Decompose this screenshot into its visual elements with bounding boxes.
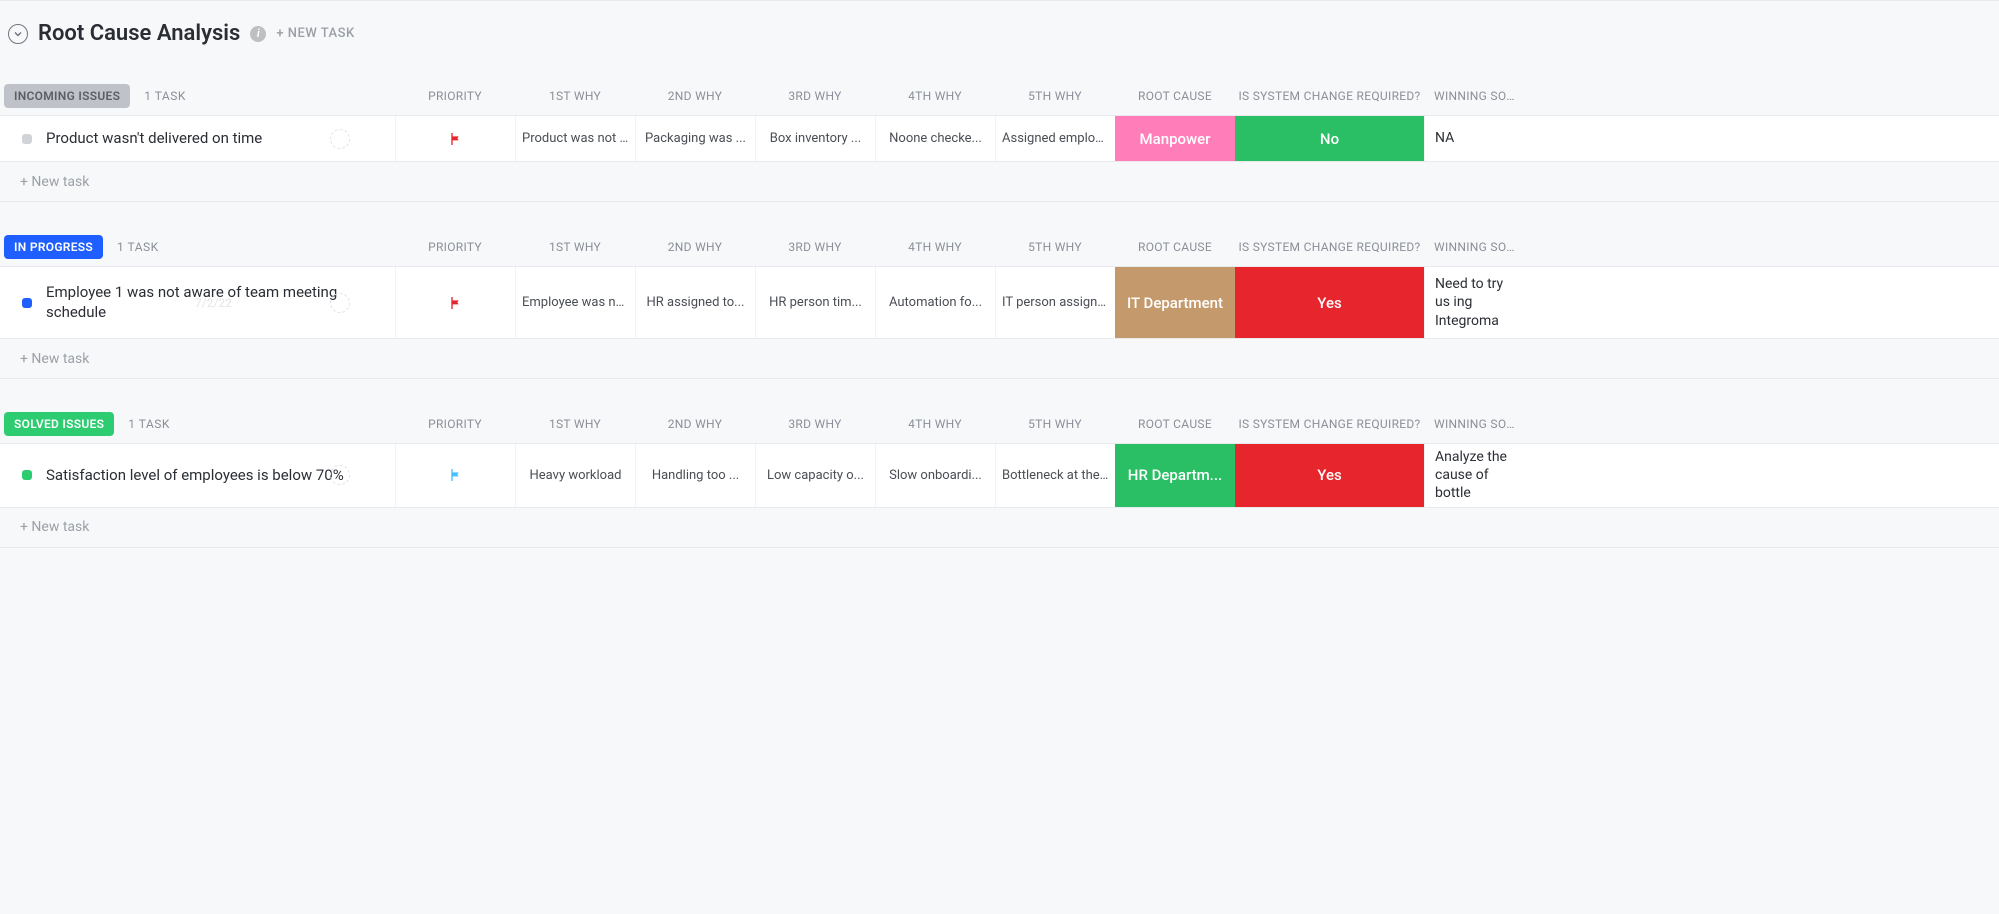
column-header-why5[interactable]: 5TH WHY (995, 89, 1115, 103)
info-icon[interactable]: i (250, 26, 266, 42)
group-task-count: 1 TASK (144, 89, 186, 103)
group-header: SOLVED ISSUES 1 TASK PRIORITY1ST WHY2ND … (0, 404, 1999, 444)
new-task-button[interactable]: + NEW TASK (276, 26, 354, 41)
column-header-why5[interactable]: 5TH WHY (995, 417, 1115, 431)
column-header-why3[interactable]: 3RD WHY (755, 417, 875, 431)
column-header-why3[interactable]: 3RD WHY (755, 240, 875, 254)
winning-cell[interactable]: NA (1424, 116, 1519, 161)
task-name: Satisfaction level of employees is below… (46, 466, 344, 486)
group-status-pill[interactable]: SOLVED ISSUES (4, 412, 114, 436)
group-header: IN PROGRESS 1 TASK PRIORITY1ST WHY2ND WH… (0, 227, 1999, 267)
status-group: INCOMING ISSUES 1 TASK PRIORITY1ST WHY2N… (0, 76, 1999, 202)
why2-cell[interactable]: HR assigned to... (635, 267, 755, 338)
column-header-systemchange[interactable]: IS SYSTEM CHANGE REQUIRED? (1235, 89, 1424, 103)
column-header-why5[interactable]: 5TH WHY (995, 240, 1115, 254)
winning-cell[interactable]: Need to try us ing Integroma (1424, 267, 1519, 338)
list-header: Root Cause Analysis i + NEW TASK (0, 21, 1999, 76)
column-header-why1[interactable]: 1ST WHY (515, 89, 635, 103)
task-row[interactable]: Employee 1 was not aware of team meeting… (0, 267, 1999, 339)
assignee-placeholder-icon[interactable] (330, 129, 350, 149)
systemchange-cell[interactable]: Yes (1235, 267, 1424, 338)
assignee-placeholder-icon[interactable] (330, 293, 350, 313)
column-header-winning[interactable]: WINNING SOLUT (1424, 89, 1519, 103)
systemchange-cell[interactable]: No (1235, 116, 1424, 161)
status-group: SOLVED ISSUES 1 TASK PRIORITY1ST WHY2ND … (0, 404, 1999, 548)
rootcause-cell[interactable]: HR Departm... (1115, 444, 1235, 507)
why1-cell[interactable]: Employee was not b... (515, 267, 635, 338)
why5-cell[interactable]: Bottleneck at the... (995, 444, 1115, 507)
status-dot-icon[interactable] (22, 298, 32, 308)
rootcause-cell[interactable]: Manpower (1115, 116, 1235, 161)
why3-cell[interactable]: HR person tim... (755, 267, 875, 338)
group-header: INCOMING ISSUES 1 TASK PRIORITY1ST WHY2N… (0, 76, 1999, 116)
collapse-list-icon[interactable] (8, 24, 28, 44)
task-row[interactable]: Product wasn't delivered on time Product… (0, 116, 1999, 162)
why2-cell[interactable]: Packaging was ... (635, 116, 755, 161)
why4-cell[interactable]: Slow onboardi... (875, 444, 995, 507)
group-status-pill[interactable]: IN PROGRESS (4, 235, 103, 259)
column-header-why4[interactable]: 4TH WHY (875, 417, 995, 431)
list-title: Root Cause Analysis (38, 21, 240, 46)
group-task-count: 1 TASK (128, 417, 170, 431)
column-header-systemchange[interactable]: IS SYSTEM CHANGE REQUIRED? (1235, 240, 1424, 254)
systemchange-cell[interactable]: Yes (1235, 444, 1424, 507)
new-task-row[interactable]: + New task (0, 508, 1999, 548)
status-dot-icon[interactable] (22, 134, 32, 144)
column-header-priority[interactable]: PRIORITY (395, 417, 515, 431)
column-header-why1[interactable]: 1ST WHY (515, 240, 635, 254)
task-name: Product wasn't delivered on time (46, 129, 262, 149)
why2-cell[interactable]: Handling too ... (635, 444, 755, 507)
priority-cell[interactable] (395, 116, 515, 161)
task-row[interactable]: Satisfaction level of employees is below… (0, 444, 1999, 508)
group-name-wrap: IN PROGRESS 1 TASK (0, 235, 395, 259)
column-header-priority[interactable]: PRIORITY (395, 89, 515, 103)
column-header-rootcause[interactable]: ROOT CAUSE (1115, 89, 1235, 103)
column-header-rootcause[interactable]: ROOT CAUSE (1115, 417, 1235, 431)
why1-cell[interactable]: Product was not rea... (515, 116, 635, 161)
new-task-row[interactable]: + New task (0, 162, 1999, 202)
group-name-wrap: INCOMING ISSUES 1 TASK (0, 84, 395, 108)
new-task-row[interactable]: + New task (0, 339, 1999, 379)
why5-cell[interactable]: Assigned employ... (995, 116, 1115, 161)
column-header-why3[interactable]: 3RD WHY (755, 89, 875, 103)
group-status-pill[interactable]: INCOMING ISSUES (4, 84, 130, 108)
column-header-winning[interactable]: WINNING SOLUT (1424, 240, 1519, 254)
column-header-why1[interactable]: 1ST WHY (515, 417, 635, 431)
why3-cell[interactable]: Box inventory ... (755, 116, 875, 161)
column-header-why2[interactable]: 2ND WHY (635, 417, 755, 431)
status-group: IN PROGRESS 1 TASK PRIORITY1ST WHY2ND WH… (0, 227, 1999, 379)
column-header-winning[interactable]: WINNING SOLUT (1424, 417, 1519, 431)
why4-cell[interactable]: Automation fo... (875, 267, 995, 338)
column-header-rootcause[interactable]: ROOT CAUSE (1115, 240, 1235, 254)
assignee-placeholder-icon[interactable] (330, 465, 350, 485)
column-header-priority[interactable]: PRIORITY (395, 240, 515, 254)
group-name-wrap: SOLVED ISSUES 1 TASK (0, 412, 395, 436)
status-dot-icon[interactable] (22, 470, 32, 480)
why5-cell[interactable]: IT person assigne... (995, 267, 1115, 338)
task-name-cell[interactable]: Product wasn't delivered on time (0, 116, 395, 161)
why3-cell[interactable]: Low capacity o... (755, 444, 875, 507)
ghost-date: 7/2/22 (195, 296, 232, 310)
column-header-why4[interactable]: 4TH WHY (875, 240, 995, 254)
task-name-cell[interactable]: Satisfaction level of employees is below… (0, 444, 395, 507)
priority-cell[interactable] (395, 267, 515, 338)
task-name-cell[interactable]: Employee 1 was not aware of team meeting… (0, 267, 395, 338)
why1-cell[interactable]: Heavy workload (515, 444, 635, 507)
list-view: Root Cause Analysis i + NEW TASK INCOMIN… (0, 0, 1999, 548)
rootcause-cell[interactable]: IT Department (1115, 267, 1235, 338)
column-header-systemchange[interactable]: IS SYSTEM CHANGE REQUIRED? (1235, 417, 1424, 431)
column-header-why4[interactable]: 4TH WHY (875, 89, 995, 103)
priority-cell[interactable] (395, 444, 515, 507)
winning-cell[interactable]: Analyze the cause of bottle (1424, 444, 1519, 507)
group-task-count: 1 TASK (117, 240, 159, 254)
column-header-why2[interactable]: 2ND WHY (635, 240, 755, 254)
column-header-why2[interactable]: 2ND WHY (635, 89, 755, 103)
why4-cell[interactable]: Noone checke... (875, 116, 995, 161)
